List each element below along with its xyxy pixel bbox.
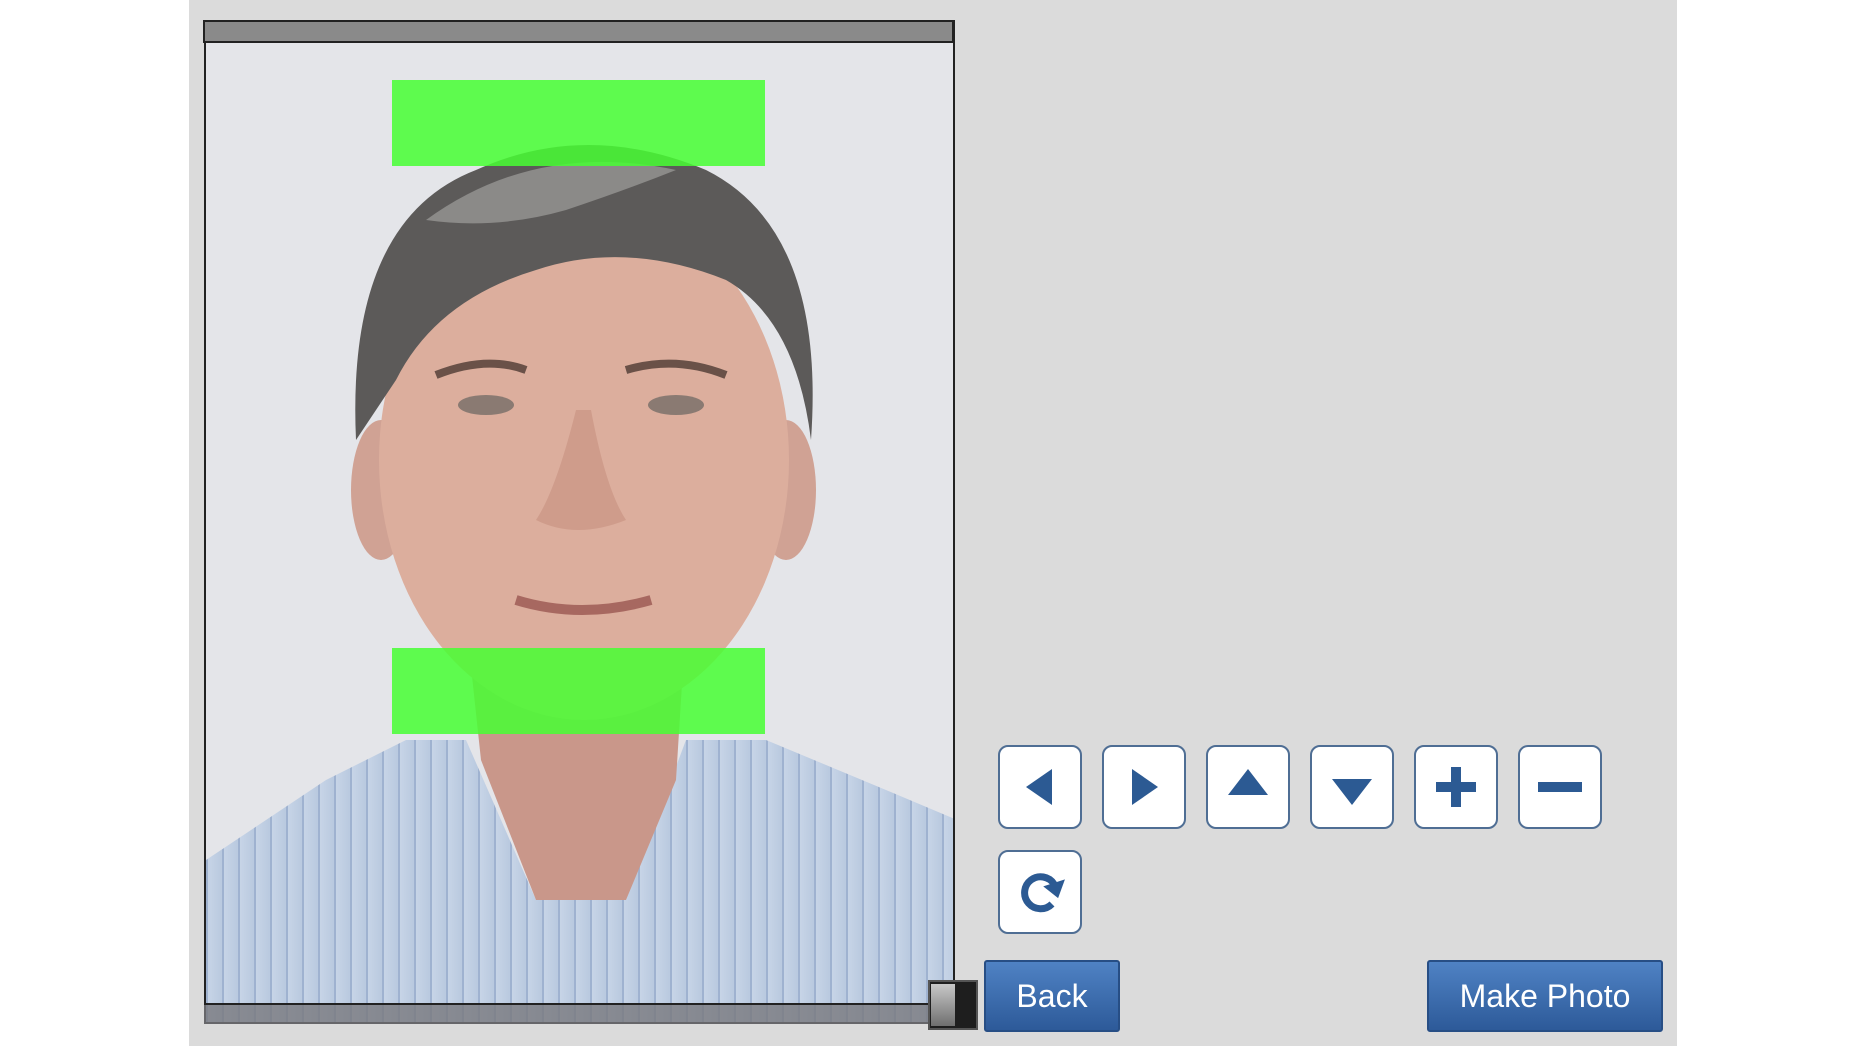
portrait-photo: [206, 145, 953, 1022]
back-button[interactable]: Back: [984, 960, 1120, 1032]
chin-guide[interactable]: [392, 648, 765, 734]
zoom-out-button[interactable]: [1518, 745, 1602, 829]
photo-crop-area[interactable]: [204, 20, 955, 1024]
crop-bottom-handle[interactable]: [204, 1003, 931, 1024]
minus-icon: [1538, 782, 1582, 792]
head-top-guide[interactable]: [392, 80, 765, 166]
rotate-clockwise-icon: [1021, 873, 1065, 913]
move-left-button[interactable]: [998, 745, 1082, 829]
plus-icon: [1436, 767, 1476, 807]
move-up-button[interactable]: [1206, 745, 1290, 829]
make-photo-button[interactable]: Make Photo: [1427, 960, 1663, 1032]
move-down-button[interactable]: [1310, 745, 1394, 829]
arrow-up-icon: [1228, 769, 1268, 795]
arrow-right-icon: [1132, 769, 1158, 805]
move-right-button[interactable]: [1102, 745, 1186, 829]
rotate-button[interactable]: [998, 850, 1082, 934]
crop-top-handle[interactable]: [203, 20, 954, 43]
crop-resize-handle[interactable]: [928, 980, 978, 1030]
zoom-in-button[interactable]: [1414, 745, 1498, 829]
arrow-down-icon: [1332, 779, 1372, 805]
arrow-left-icon: [1026, 769, 1052, 805]
